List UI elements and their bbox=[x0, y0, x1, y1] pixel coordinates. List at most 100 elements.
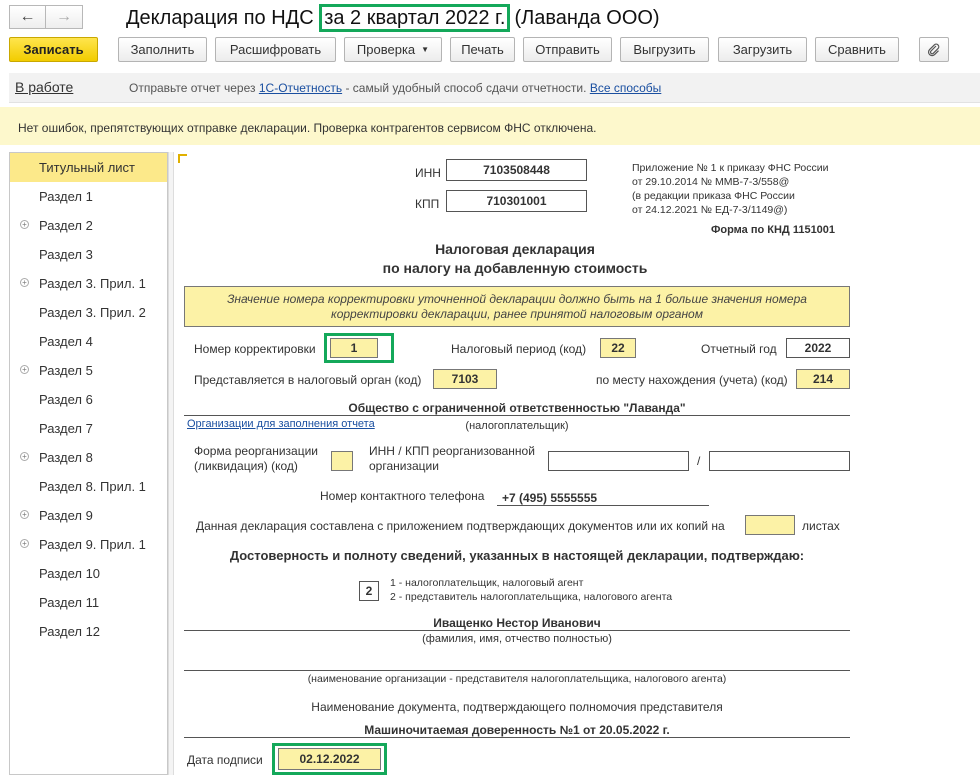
sidebar-item-label: Раздел 12 bbox=[39, 624, 101, 639]
reporting-link[interactable]: 1С-Отчетность bbox=[259, 81, 342, 95]
sidebar-item[interactable]: Раздел 3 bbox=[10, 240, 167, 269]
decode-button[interactable]: Расшифровать bbox=[215, 37, 336, 62]
title-period-highlight: за 2 квартал 2022 г. bbox=[319, 4, 511, 32]
sidebar-item-label: Титульный лист bbox=[39, 160, 136, 175]
power-of-attorney[interactable]: Машиночитаемая доверенность №1 от 20.05.… bbox=[184, 723, 850, 737]
sidebar-item-label: Раздел 2 bbox=[39, 218, 93, 233]
signer-option-1: 1 - налогоплательщик, налоговый агент bbox=[390, 577, 584, 589]
sidebar-item[interactable]: Раздел 12 bbox=[10, 617, 167, 646]
rep-org-caption: (наименование организации - представител… bbox=[307, 673, 727, 685]
info-text-before: Отправьте отчет через bbox=[129, 81, 256, 95]
org-underline bbox=[184, 415, 850, 416]
sidebar-item-label: Раздел 10 bbox=[39, 566, 101, 581]
signer-name[interactable]: Иващенко Нестор Иванович bbox=[184, 616, 850, 630]
sidebar-item[interactable]: Раздел 10 bbox=[10, 559, 167, 588]
rep-org-underline bbox=[184, 670, 850, 671]
appendix-line-4: от 24.12.2021 № ЕД-7-3/1149@) bbox=[632, 204, 788, 216]
appendix-line-1: Приложение № 1 к приказу ФНС России bbox=[632, 162, 829, 174]
title-org: (Лаванда ООО) bbox=[514, 6, 660, 29]
authority-label: Представляется в налоговый орган (код) bbox=[194, 373, 422, 387]
export-button[interactable]: Выгрузить bbox=[620, 37, 709, 62]
signer-option-2: 2 - представитель налогоплательщика, нал… bbox=[390, 591, 673, 603]
sidebar-item[interactable]: + Раздел 3. Прил. 1 bbox=[10, 269, 167, 298]
declaration-title-line-2: по налогу на добавленную стоимость bbox=[382, 260, 648, 276]
toolbar: Записать Заполнить Расшифровать Проверка… bbox=[9, 37, 980, 63]
appendix-note: Приложение № 1 к приказу ФНС России от 2… bbox=[632, 161, 828, 217]
caret-down-icon: ▼ bbox=[421, 45, 430, 54]
save-button[interactable]: Записать bbox=[9, 37, 98, 62]
back-arrow-icon[interactable]: ← bbox=[9, 5, 46, 29]
sidebar-item[interactable]: + Раздел 9 bbox=[10, 501, 167, 530]
location-label: по месту нахождения (учета) (код) bbox=[596, 373, 788, 387]
confirm-title: Достоверность и полноту сведений, указан… bbox=[229, 548, 805, 563]
all-ways-link[interactable]: Все способы bbox=[590, 81, 662, 95]
declaration-title: Налоговая декларация по налогу на добавл… bbox=[370, 240, 660, 278]
expand-icon[interactable]: + bbox=[20, 220, 29, 229]
sidebar-item[interactable]: Титульный лист bbox=[10, 153, 167, 182]
sidebar-item[interactable]: Раздел 4 bbox=[10, 327, 167, 356]
sidebar-item[interactable]: Раздел 3. Прил. 2 bbox=[10, 298, 167, 327]
sidebar-item[interactable]: + Раздел 9. Прил. 1 bbox=[10, 530, 167, 559]
reorg-kpp-field[interactable] bbox=[709, 451, 850, 471]
doc-caption: Наименование документа, подтверждающего … bbox=[311, 700, 723, 714]
kpp-field[interactable]: 710301001 bbox=[446, 190, 587, 212]
sidebar-item[interactable]: Раздел 8. Прил. 1 bbox=[10, 472, 167, 501]
sidebar-item[interactable]: Раздел 1 bbox=[10, 182, 167, 211]
declaration-title-line-1: Налоговая декларация bbox=[435, 241, 595, 257]
reorg-inn-label: ИНН / КПП реорганизованной организации bbox=[369, 444, 535, 474]
expand-icon[interactable]: + bbox=[20, 452, 29, 461]
forward-arrow-icon[interactable]: → bbox=[46, 5, 83, 29]
compare-button[interactable]: Сравнить bbox=[815, 37, 899, 62]
org-name: Общество с ограниченной ответственностью… bbox=[348, 401, 686, 415]
signer-options: 1 - налогоплательщик, налоговый агент 2 … bbox=[390, 576, 672, 604]
fill-button[interactable]: Заполнить bbox=[118, 37, 207, 62]
sidebar-item[interactable]: + Раздел 5 bbox=[10, 356, 167, 385]
panel-splitter[interactable] bbox=[168, 152, 174, 775]
sidebar-item-label: Раздел 1 bbox=[39, 189, 93, 204]
location-field[interactable]: 214 bbox=[796, 369, 850, 389]
expand-icon[interactable]: + bbox=[20, 539, 29, 548]
period-field[interactable]: 22 bbox=[600, 338, 636, 358]
reorg-inn-label-line-1: ИНН / КПП реорганизованной bbox=[369, 444, 535, 458]
sidebar-item-label: Раздел 9 bbox=[39, 508, 93, 523]
sheets-field[interactable] bbox=[745, 515, 795, 535]
check-label: Проверка bbox=[356, 42, 416, 57]
inn-field[interactable]: 7103508448 bbox=[446, 159, 587, 181]
signer-underline bbox=[184, 630, 850, 631]
year-label: Отчетный год bbox=[701, 342, 777, 356]
inn-kpp-separator: / bbox=[697, 454, 701, 468]
sidebar-item[interactable]: + Раздел 8 bbox=[10, 443, 167, 472]
poa-underline bbox=[184, 737, 850, 738]
phone-field[interactable]: +7 (495) 5555555 bbox=[502, 491, 597, 505]
sidebar-item-label: Раздел 8 bbox=[39, 450, 93, 465]
title-prefix: Декларация по НДС bbox=[126, 6, 314, 29]
expand-icon[interactable]: + bbox=[20, 365, 29, 374]
sidebar-item[interactable]: Раздел 6 bbox=[10, 385, 167, 414]
sidebar-item[interactable]: Раздел 7 bbox=[10, 414, 167, 443]
send-button[interactable]: Отправить bbox=[523, 37, 612, 62]
authority-field[interactable]: 7103 bbox=[433, 369, 497, 389]
signer-code-field[interactable]: 2 bbox=[359, 581, 379, 601]
check-dropdown-button[interactable]: Проверка ▼ bbox=[344, 37, 442, 62]
sidebar-item-label: Раздел 8. Прил. 1 bbox=[39, 479, 146, 494]
period-label: Налоговый период (код) bbox=[451, 342, 587, 356]
reorg-label-line-2: (ликвидация) (код) bbox=[194, 459, 298, 473]
reorg-label: Форма реорганизации (ликвидация) (код) bbox=[194, 444, 318, 474]
sidebar-item-label: Раздел 3. Прил. 1 bbox=[39, 276, 146, 291]
fio-caption: (фамилия, имя, отчество полностью) bbox=[422, 633, 612, 645]
sidebar-item-label: Раздел 6 bbox=[39, 392, 93, 407]
reorg-form-field[interactable] bbox=[331, 451, 353, 471]
expand-icon[interactable]: + bbox=[20, 278, 29, 287]
import-button[interactable]: Загрузить bbox=[718, 37, 807, 62]
print-button[interactable]: Печать bbox=[450, 37, 515, 62]
title-page-form: ИНН 7103508448 КПП 710301001 Приложение … bbox=[175, 152, 980, 775]
attach-button[interactable] bbox=[919, 37, 949, 62]
status-link[interactable]: В работе bbox=[15, 79, 73, 95]
year-field[interactable]: 2022 bbox=[786, 338, 850, 358]
sidebar-item[interactable]: Раздел 11 bbox=[10, 588, 167, 617]
expand-icon[interactable]: + bbox=[20, 510, 29, 519]
sidebar-item[interactable]: + Раздел 2 bbox=[10, 211, 167, 240]
reorg-inn-field[interactable] bbox=[548, 451, 689, 471]
navigation-buttons: ← → bbox=[9, 5, 83, 29]
info-message: Отправьте отчет через 1С-Отчетность - са… bbox=[129, 81, 661, 95]
